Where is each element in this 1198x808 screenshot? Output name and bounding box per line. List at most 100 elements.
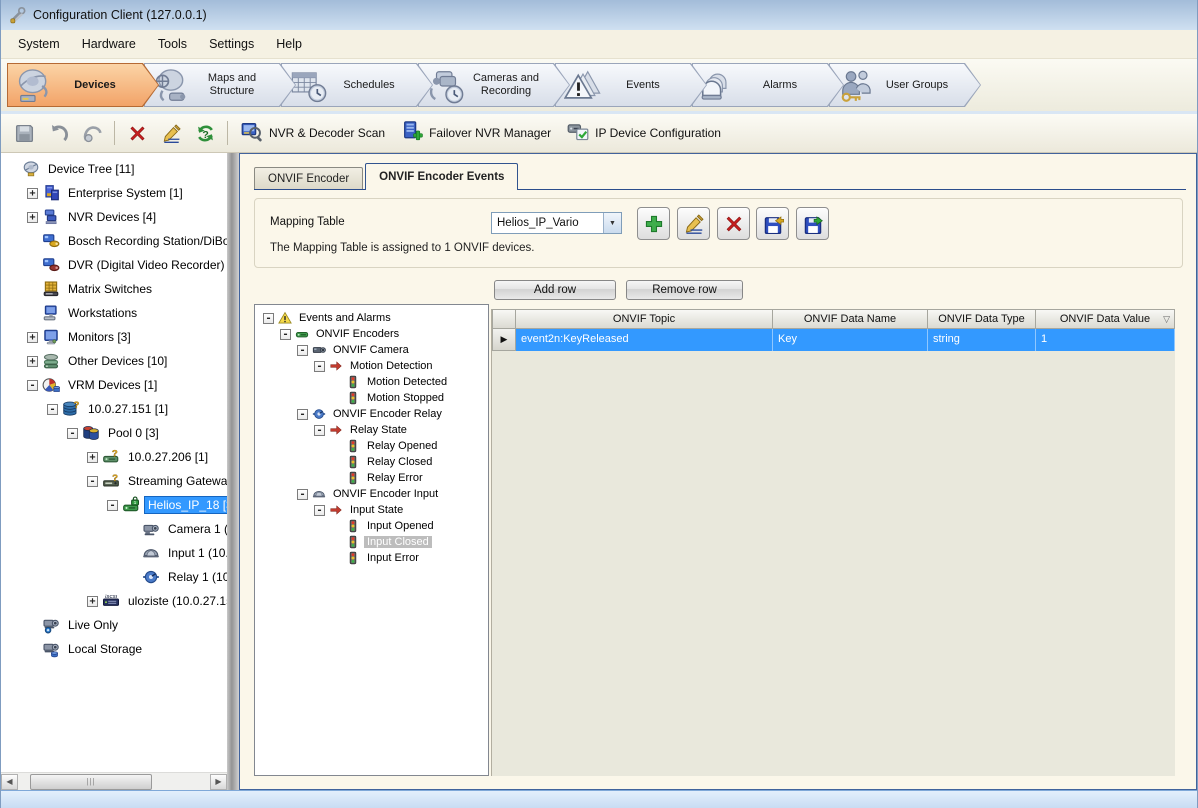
plus-expander-icon[interactable]: + <box>27 332 38 343</box>
tree-item[interactable]: Input 1 (10.0. <box>1 541 227 565</box>
column-header[interactable]: ONVIF Data Value▽ <box>1036 309 1175 329</box>
failover-nvr-manager-button[interactable]: Failover NVR Manager <box>395 117 561 150</box>
delete-button[interactable] <box>122 119 152 147</box>
add-row-button[interactable]: Add row <box>494 280 616 300</box>
horizontal-scrollbar[interactable]: ◀ ||| ▶ <box>1 772 227 790</box>
tree-item[interactable]: Relay Opened <box>255 438 488 454</box>
tree-item[interactable]: Input Error <box>255 550 488 566</box>
minus-expander-icon[interactable]: - <box>263 313 274 324</box>
save-button[interactable] <box>9 119 39 147</box>
remove-row-button[interactable]: Remove row <box>626 280 743 300</box>
tree-item[interactable]: Motion Stopped <box>255 390 488 406</box>
minus-expander-icon[interactable]: - <box>314 425 325 436</box>
ip-device-configuration-button[interactable]: IP Device Configuration <box>561 117 731 150</box>
menu-help[interactable]: Help <box>265 32 313 56</box>
nav-tab-cameras-and-recording[interactable]: Cameras and Recording <box>418 63 570 107</box>
tree-item[interactable]: DVR (Digital Video Recorder) <box>1 253 227 277</box>
plus-expander-icon[interactable]: + <box>27 212 38 223</box>
tree-item[interactable]: +Other Devices [10] <box>1 349 227 373</box>
menu-settings[interactable]: Settings <box>198 32 265 56</box>
minus-expander-icon[interactable]: - <box>297 489 308 500</box>
nav-tab-events[interactable]: Events <box>555 63 707 107</box>
tree-item[interactable]: -Events and Alarms <box>255 310 488 326</box>
tree-item[interactable]: -ONVIF Encoders <box>255 326 488 342</box>
activate-button[interactable] <box>77 119 107 147</box>
menu-hardware[interactable]: Hardware <box>71 32 147 56</box>
tree-item[interactable]: -?Streaming Gateway/ <box>1 469 227 493</box>
sort-indicator-icon[interactable]: ▽ <box>1163 314 1170 325</box>
minus-expander-icon[interactable]: - <box>107 500 118 511</box>
tree-item[interactable]: -1Helios_IP_18 [3] <box>1 493 227 517</box>
chevron-down-icon[interactable]: ▼ <box>603 213 621 233</box>
plus-expander-icon[interactable]: + <box>87 452 98 463</box>
table-cell[interactable]: Key <box>773 329 928 351</box>
nav-tab-schedules[interactable]: Schedules <box>281 63 433 107</box>
current-row-indicator-icon[interactable]: ▶ <box>492 329 516 351</box>
mapping-table-select[interactable]: Helios_IP_Vario ▼ <box>491 212 622 234</box>
tree-item[interactable]: Relay 1 (10.0. <box>1 565 227 589</box>
table-cell[interactable]: 1 <box>1036 329 1175 351</box>
table-cell[interactable]: string <box>928 329 1036 351</box>
tree-item[interactable]: -Input State <box>255 502 488 518</box>
rename-button[interactable] <box>156 119 186 147</box>
delete-mapping-table-button[interactable] <box>717 207 750 240</box>
tree-item[interactable]: +Monitors [3] <box>1 325 227 349</box>
plus-expander-icon[interactable]: + <box>27 188 38 199</box>
undo-button[interactable] <box>43 119 73 147</box>
tree-item[interactable]: -ONVIF Camera <box>255 342 488 358</box>
column-header[interactable]: ONVIF Topic <box>516 309 773 329</box>
tree-item[interactable]: -Relay State <box>255 422 488 438</box>
table-row[interactable]: ▶event2n:KeyReleasedKeystring1 <box>492 329 1175 351</box>
tree-item[interactable]: Input Closed <box>255 534 488 550</box>
scroll-right-arrow-icon[interactable]: ▶ <box>210 774 227 790</box>
nav-tab-user-groups[interactable]: User Groups <box>829 63 981 107</box>
tree-item[interactable]: -Pool 0 [3] <box>1 421 227 445</box>
menu-tools[interactable]: Tools <box>147 32 198 56</box>
refresh-button[interactable]: ? <box>190 119 220 147</box>
minus-expander-icon[interactable]: - <box>314 505 325 516</box>
tree-item[interactable]: Relay Closed <box>255 454 488 470</box>
minus-expander-icon[interactable]: - <box>314 361 325 372</box>
rename-mapping-table-button[interactable] <box>677 207 710 240</box>
title-bar[interactable]: Configuration Client (127.0.0.1) <box>1 0 1197 30</box>
minus-expander-icon[interactable]: - <box>297 409 308 420</box>
minus-expander-icon[interactable]: - <box>280 329 291 340</box>
tree-item[interactable]: -?10.0.27.151 [1] <box>1 397 227 421</box>
menu-system[interactable]: System <box>7 32 71 56</box>
tree-item[interactable]: -ONVIF Encoder Input <box>255 486 488 502</box>
nav-tab-alarms[interactable]: Alarms <box>692 63 844 107</box>
tree-item[interactable]: Matrix Switches <box>1 277 227 301</box>
minus-expander-icon[interactable]: - <box>297 345 308 356</box>
nav-tab-devices[interactable]: Devices <box>7 63 159 107</box>
tab-onvif-encoder-events[interactable]: ONVIF Encoder Events <box>365 163 518 190</box>
add-mapping-table-button[interactable] <box>637 207 670 240</box>
scrollbar-thumb[interactable]: ||| <box>30 774 152 790</box>
tree-item[interactable]: -VRM Devices [1] <box>1 373 227 397</box>
plus-expander-icon[interactable]: + <box>87 596 98 607</box>
tree-item[interactable]: Live Only <box>1 613 227 637</box>
tree-item[interactable]: Local Storage <box>1 637 227 661</box>
tree-item[interactable]: Workstations <box>1 301 227 325</box>
nav-tab-maps-and-structure[interactable]: Maps and Structure <box>144 63 296 107</box>
tree-item[interactable]: +iSCSIuloziste (10.0.27.151 <box>1 589 227 613</box>
tab-onvif-encoder[interactable]: ONVIF Encoder <box>254 167 363 189</box>
tree-item[interactable]: Bosch Recording Station/DiBos <box>1 229 227 253</box>
tree-item[interactable]: -ONVIF Encoder Relay <box>255 406 488 422</box>
scroll-left-arrow-icon[interactable]: ◀ <box>1 774 18 790</box>
minus-expander-icon[interactable]: - <box>67 428 78 439</box>
column-header[interactable]: ONVIF Data Type <box>928 309 1036 329</box>
column-header[interactable]: ONVIF Data Name <box>773 309 928 329</box>
nvr-decoder-scan-button[interactable]: NVR & Decoder Scan <box>235 117 395 150</box>
tree-item[interactable]: Relay Error <box>255 470 488 486</box>
tree-item[interactable]: Motion Detected <box>255 374 488 390</box>
tree-item[interactable]: -Motion Detection <box>255 358 488 374</box>
panel-splitter[interactable] <box>227 153 239 790</box>
table-cell[interactable]: event2n:KeyReleased <box>516 329 773 351</box>
tree-item[interactable]: Input Opened <box>255 518 488 534</box>
minus-expander-icon[interactable]: - <box>87 476 98 487</box>
tree-item[interactable]: +?10.0.27.206 [1] <box>1 445 227 469</box>
tree-item[interactable]: +NVR Devices [4] <box>1 205 227 229</box>
tree-item[interactable]: +Enterprise System [1] <box>1 181 227 205</box>
save-mapping-table-button[interactable] <box>796 207 829 240</box>
load-mapping-table-button[interactable] <box>756 207 789 240</box>
